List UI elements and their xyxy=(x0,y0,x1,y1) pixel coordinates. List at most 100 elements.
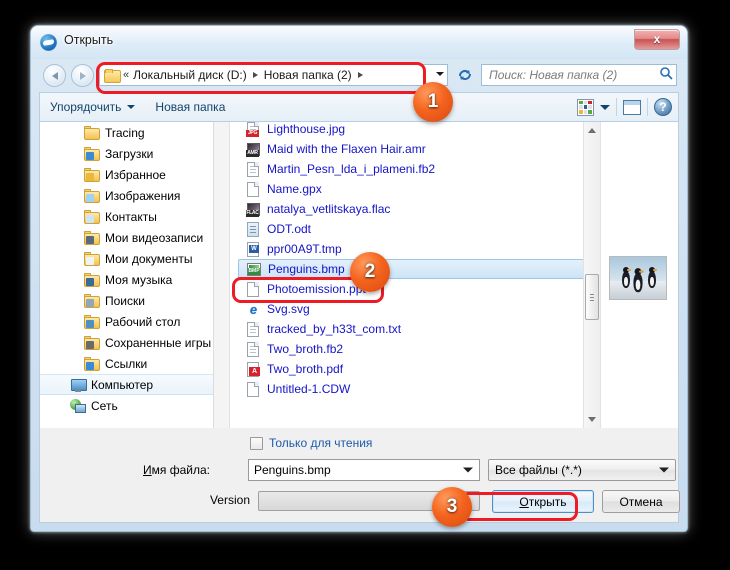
tree-item-9[interactable]: Рабочий стол xyxy=(40,311,229,332)
file-list-item[interactable]: Photoemission.ppt xyxy=(230,279,600,299)
folder-favorites-icon xyxy=(84,167,100,182)
tree-item-2[interactable]: Избранное xyxy=(40,164,229,185)
file-list-item[interactable]: FLAC natalya_vetlitskaya.flac xyxy=(230,199,600,219)
command-toolbar: Упорядочить Новая папка ? xyxy=(39,92,679,121)
address-dropdown-icon[interactable] xyxy=(436,72,444,76)
chevron-down-icon xyxy=(588,417,596,422)
file-list-item[interactable]: Two_broth.pdf xyxy=(230,359,600,379)
text-file-icon xyxy=(246,161,261,177)
forward-button[interactable] xyxy=(71,64,94,87)
file-name-label: Name.gpx xyxy=(267,182,322,196)
version-label: Version xyxy=(209,493,250,507)
filename-dropdown-icon[interactable] xyxy=(463,467,473,473)
forward-arrow-icon xyxy=(79,71,86,80)
folder-videos-icon xyxy=(84,230,100,245)
tree-item-7[interactable]: Моя музыка xyxy=(40,269,229,290)
tree-item-label: Поиски xyxy=(105,293,145,308)
tree-item-11[interactable]: Ссылки xyxy=(40,353,229,374)
breadcrumb-separator-icon[interactable] xyxy=(252,72,258,78)
annotation-badge-2-number: 2 xyxy=(364,261,376,282)
refresh-button[interactable] xyxy=(455,65,475,85)
tree-item-12[interactable]: Компьютер xyxy=(40,374,229,395)
file-list-item[interactable]: e Svg.svg xyxy=(230,299,600,319)
computer-icon xyxy=(70,378,87,392)
checkbox-box-icon xyxy=(250,436,263,450)
tree-item-3[interactable]: Изображения xyxy=(40,185,229,206)
help-icon[interactable]: ? xyxy=(654,98,672,116)
preview-pane-icon[interactable] xyxy=(623,99,641,115)
views-icon[interactable] xyxy=(577,98,594,116)
close-icon: x xyxy=(653,32,661,46)
close-button[interactable]: x xyxy=(634,29,680,50)
folder-desktop-icon xyxy=(84,314,100,329)
file-list-item[interactable]: JPG Lighthouse.jpg xyxy=(230,122,600,139)
file-name-label: Untitled-1.CDW xyxy=(267,382,351,396)
file-list-item[interactable]: Martin_Pesn_lda_i_plameni.fb2 xyxy=(230,159,600,179)
breadcrumb-item-folder[interactable]: Новая папка (2) xyxy=(264,68,352,82)
search-icon xyxy=(656,66,676,85)
views-chevron-down-icon[interactable] xyxy=(600,104,610,110)
file-type-combo[interactable]: Все файлы (*.*) xyxy=(488,459,676,481)
file-list-item[interactable]: Two_broth.fb2 xyxy=(230,339,600,359)
navigation-tree-pane: Tracing Загрузки Избранное Изображения Конта… xyxy=(40,122,230,428)
tree-item-label: Сохраненные игры xyxy=(105,335,212,350)
tree-item-label: Tracing xyxy=(105,125,145,140)
file-list-item[interactable]: ppr00A9T.tmp xyxy=(230,239,600,259)
tree-item-8[interactable]: Поиски xyxy=(40,290,229,311)
search-box[interactable]: Поиск: Новая папка (2) xyxy=(481,64,677,86)
toolbar-right-group: ? xyxy=(577,98,678,116)
tree-item-4[interactable]: Контакты xyxy=(40,206,229,227)
organize-button[interactable]: Упорядочить xyxy=(40,97,145,117)
file-list-pane: JPG Lighthouse.jpg AMR Maid with the Flaxen… xyxy=(230,122,600,428)
tree-scrollbar[interactable] xyxy=(213,122,229,428)
readonly-checkbox[interactable]: Только для чтения xyxy=(250,436,372,450)
new-folder-button[interactable]: Новая папка xyxy=(145,97,235,117)
breadcrumb-item-drive[interactable]: Локальный диск (D:) xyxy=(133,68,247,82)
file-list-item[interactable]: tracked_by_h33t_com.txt xyxy=(230,319,600,339)
cancel-button[interactable]: Отмена xyxy=(602,490,680,513)
tree-item-1[interactable]: Загрузки xyxy=(40,143,229,164)
blank-file-icon xyxy=(246,381,261,397)
filename-input[interactable]: Penguins.bmp xyxy=(248,459,480,481)
tree-item-label: Избранное xyxy=(105,167,166,182)
folder-searches-icon xyxy=(84,293,100,308)
annotation-badge-3-number: 3 xyxy=(446,496,458,517)
tree-item-label: Моя музыка xyxy=(105,272,173,287)
flac-file-icon: FLAC xyxy=(246,202,261,217)
open-button[interactable]: Открыть xyxy=(492,490,594,513)
file-list-item[interactable]: Untitled-1.CDW xyxy=(230,379,600,399)
text-file-icon xyxy=(246,321,261,337)
tree-item-6[interactable]: Мои документы xyxy=(40,248,229,269)
scroll-down-button[interactable] xyxy=(584,411,600,428)
tree-item-label: Изображения xyxy=(105,188,181,203)
file-list-item-selected[interactable]: BMP Penguins.bmp xyxy=(238,259,588,279)
address-bar[interactable]: « Локальный диск (D:) Новая папка (2) xyxy=(99,64,448,86)
chevron-down-icon xyxy=(127,105,136,109)
jpg-file-icon: JPG xyxy=(246,122,261,137)
tree-item-5[interactable]: Мои видеозаписи xyxy=(40,227,229,248)
folder-icon xyxy=(84,125,100,140)
back-button[interactable] xyxy=(43,64,66,87)
svg-file-icon: e xyxy=(249,301,258,317)
folder-downloads-icon xyxy=(84,146,100,161)
file-name-label: Two_broth.fb2 xyxy=(267,342,344,356)
file-name-label: Svg.svg xyxy=(267,302,310,316)
file-list-item[interactable]: AMR Maid with the Flaxen Hair.amr xyxy=(230,139,600,159)
file-type-dropdown-icon xyxy=(659,467,669,473)
annotation-badge-3: 3 xyxy=(432,487,472,527)
tree-item-13[interactable]: Сеть xyxy=(40,395,229,416)
tree-item-label: Компьютер xyxy=(91,377,154,392)
tree-item-10[interactable]: Сохраненные игры xyxy=(40,332,229,353)
file-list-item[interactable]: Name.gpx xyxy=(230,179,600,199)
breadcrumb-separator-icon[interactable] xyxy=(357,72,363,78)
search-input[interactable]: Поиск: Новая папка (2) xyxy=(482,68,656,82)
file-list-scrollbar[interactable] xyxy=(583,122,600,428)
file-list-item[interactable]: ODT.odt xyxy=(230,219,600,239)
breadcrumb-overflow-icon[interactable]: « xyxy=(123,69,129,81)
tree-item-0[interactable]: Tracing xyxy=(40,122,229,143)
toolbar-separator xyxy=(647,98,648,116)
scroll-up-button[interactable] xyxy=(584,122,600,139)
scrollbar-thumb[interactable] xyxy=(585,274,599,320)
blank-file-icon xyxy=(246,281,261,297)
tree-item-label: Мои документы xyxy=(105,251,193,266)
